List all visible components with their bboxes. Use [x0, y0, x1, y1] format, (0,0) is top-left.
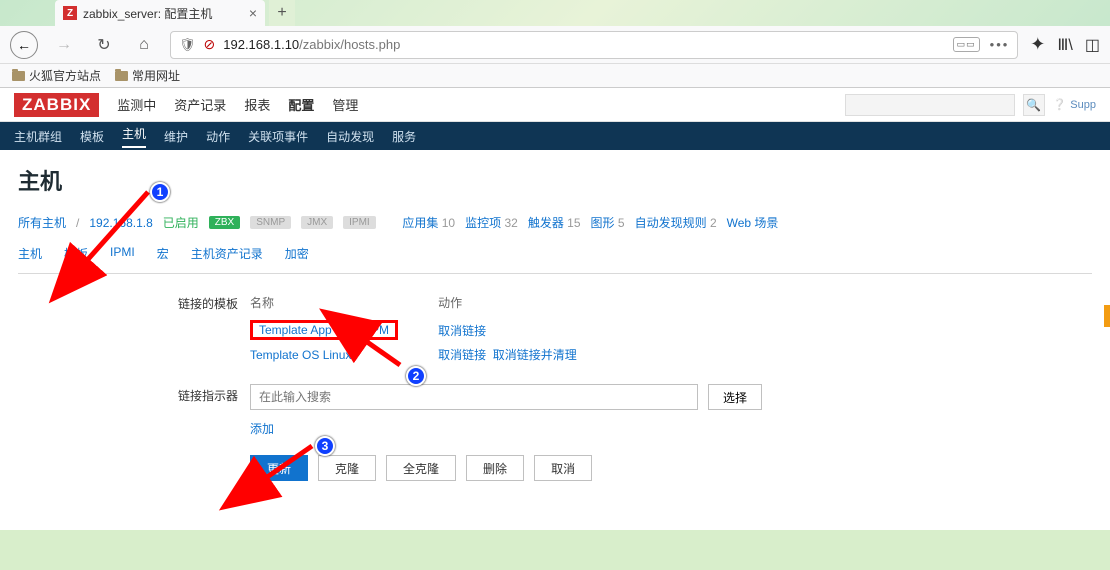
menu-reports[interactable]: 报表: [244, 95, 270, 114]
page-actions-icon[interactable]: •••: [990, 37, 1010, 52]
bookmark-firefox-official[interactable]: 火狐官方站点: [12, 67, 101, 84]
tab-templates[interactable]: 模板: [64, 245, 88, 273]
zabbix-favicon: Z: [63, 6, 77, 20]
status-enabled: 已启用: [163, 214, 199, 231]
label-linked-templates: 链接的模板: [158, 292, 238, 312]
zabbix-logo[interactable]: ZABBIX: [14, 93, 99, 117]
reload-button[interactable]: ↻: [90, 31, 118, 59]
url-text: 192.168.1.10/zabbix/hosts.php: [223, 37, 400, 52]
browser-tab[interactable]: Z zabbix_server: 配置主机 ×: [55, 0, 265, 26]
template-php-fpm-link[interactable]: Template App PHP-FPM: [259, 323, 389, 337]
table-row: Template App PHP-FPM 取消链接: [250, 317, 617, 343]
folder-icon: [115, 71, 128, 81]
url-bar[interactable]: 🛡 ⊘ 192.168.1.10/zabbix/hosts.php ▭▭ •••: [170, 31, 1018, 59]
subnav-services[interactable]: 服务: [392, 128, 416, 145]
home-button[interactable]: ⌂: [130, 31, 158, 59]
badge-snmp: SNMP: [250, 216, 291, 229]
counter-items[interactable]: 监控项 32: [465, 214, 518, 231]
col-name: 名称: [250, 292, 438, 317]
extension-icon[interactable]: ✦: [1030, 34, 1045, 55]
annotation-3: 3: [315, 436, 335, 456]
counter-applications[interactable]: 应用集 10: [402, 214, 455, 231]
counter-discovery[interactable]: 自动发现规则 2: [635, 214, 717, 231]
scrollbar-marker: [1104, 305, 1110, 327]
badge-ipmi: IPMI: [343, 216, 376, 229]
menu-administration[interactable]: 管理: [332, 95, 358, 114]
tab-host[interactable]: 主机: [18, 245, 42, 273]
breadcrumb-divider: /: [76, 216, 79, 230]
counter-graphs[interactable]: 图形 5: [591, 214, 625, 231]
tab-encryption[interactable]: 加密: [285, 245, 309, 273]
counter-triggers[interactable]: 触发器 15: [528, 214, 581, 231]
unlink-clear-os-linux[interactable]: 取消链接并清理: [493, 348, 577, 362]
menu-monitoring[interactable]: 监测中: [117, 95, 156, 114]
unlink-php-fpm[interactable]: 取消链接: [438, 324, 486, 338]
subnav-discovery[interactable]: 自动发现: [326, 128, 374, 145]
breadcrumb-all-hosts[interactable]: 所有主机: [18, 214, 66, 231]
tab-inventory[interactable]: 主机资产记录: [191, 245, 263, 273]
tab-macros[interactable]: 宏: [157, 245, 169, 273]
page-title: 主机: [18, 164, 1092, 196]
delete-button[interactable]: 删除: [466, 455, 524, 481]
bookmark-common-urls[interactable]: 常用网址: [115, 67, 180, 84]
add-template-link[interactable]: 添加: [250, 422, 274, 436]
library-icon[interactable]: Ⅲ\: [1057, 35, 1072, 55]
menu-inventory[interactable]: 资产记录: [174, 95, 226, 114]
update-button[interactable]: 更新: [250, 455, 308, 481]
annotation-2: 2: [406, 366, 426, 386]
shield-icon: 🛡: [179, 37, 196, 53]
subnav-hosts[interactable]: 主机: [122, 125, 146, 148]
forward-button[interactable]: →: [50, 31, 78, 59]
subnav-hostgroups[interactable]: 主机群组: [14, 128, 62, 145]
subnav-correlation[interactable]: 关联项事件: [248, 128, 308, 145]
breadcrumb-host[interactable]: 192.168.1.8: [89, 216, 152, 230]
cancel-button[interactable]: 取消: [534, 455, 592, 481]
badge-jmx: JMX: [301, 216, 333, 229]
back-button[interactable]: ←: [10, 31, 38, 59]
col-action: 动作: [438, 292, 617, 317]
support-link[interactable]: ❔ Supp: [1053, 98, 1096, 111]
subnav-maintenance[interactable]: 维护: [164, 128, 188, 145]
close-tab-icon[interactable]: ×: [249, 5, 257, 21]
search-input[interactable]: [845, 94, 1015, 116]
badge-zbx: ZBX: [209, 216, 240, 229]
label-link-new: 链接指示器: [158, 384, 238, 404]
menu-configuration[interactable]: 配置: [288, 95, 314, 114]
template-os-linux-link[interactable]: Template OS Linux: [250, 348, 351, 362]
clone-button[interactable]: 克隆: [318, 455, 376, 481]
unlink-os-linux[interactable]: 取消链接: [438, 348, 486, 362]
new-tab-button[interactable]: +: [269, 0, 295, 26]
folder-icon: [12, 71, 25, 81]
reader-icon[interactable]: ▭▭: [953, 37, 980, 52]
insecure-icon: ⊘: [204, 36, 216, 53]
annotation-1: 1: [150, 182, 170, 202]
full-clone-button[interactable]: 全克隆: [386, 455, 456, 481]
table-row: Template OS Linux 取消链接 取消链接并清理: [250, 343, 617, 366]
tab-title: zabbix_server: 配置主机: [83, 5, 212, 22]
subnav-actions[interactable]: 动作: [206, 128, 230, 145]
link-template-input[interactable]: [250, 384, 698, 410]
sidebar-icon[interactable]: ◫: [1085, 35, 1100, 55]
search-button[interactable]: 🔍: [1023, 94, 1045, 116]
tab-ipmi[interactable]: IPMI: [110, 245, 135, 273]
subnav-templates[interactable]: 模板: [80, 128, 104, 145]
counter-web[interactable]: Web 场景: [727, 214, 779, 231]
select-template-button[interactable]: 选择: [708, 384, 762, 410]
